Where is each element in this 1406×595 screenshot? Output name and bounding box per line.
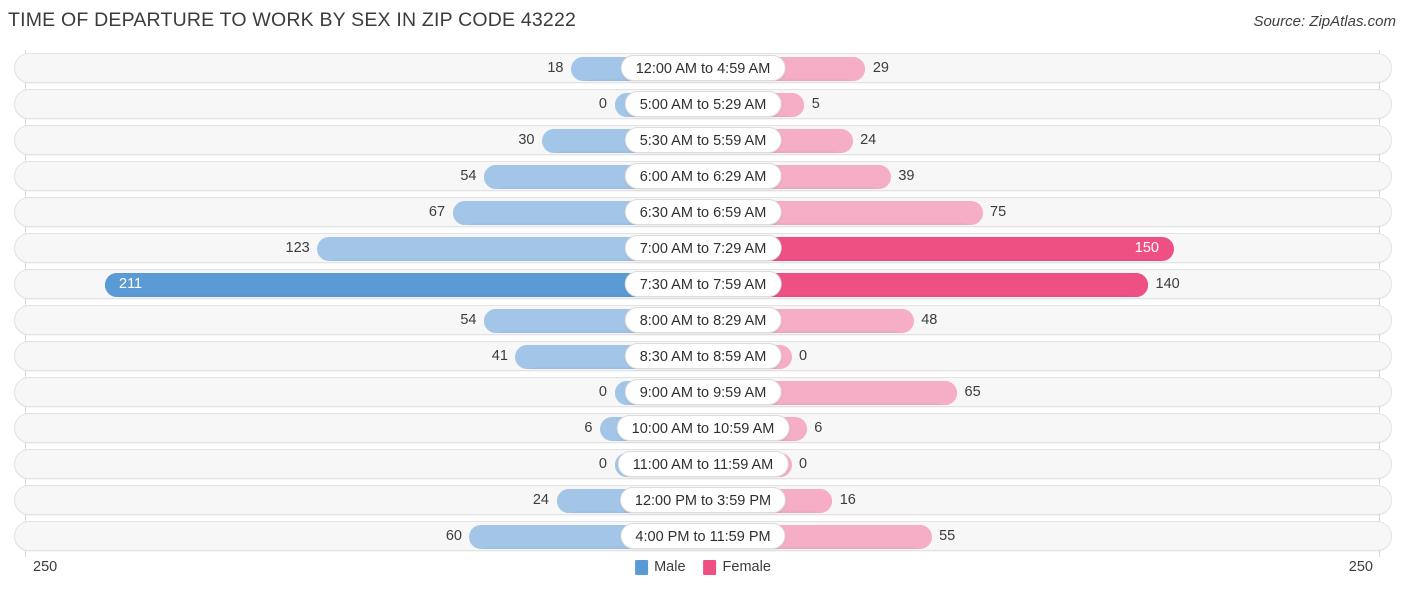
table-row: 24 16 12:00 PM to 3:59 PM (0, 484, 1406, 516)
male-value-label: 18 (547, 60, 564, 76)
male-value-label: 41 (491, 348, 508, 364)
male-bar[interactable] (104, 273, 703, 297)
male-value-label: 211 (119, 276, 143, 292)
page-title: TIME OF DEPARTURE TO WORK BY SEX IN ZIP … (8, 9, 577, 31)
category-label: 7:30 AM to 7:59 AM (624, 271, 782, 297)
category-label: 4:00 PM to 11:59 PM (620, 523, 786, 549)
female-value-label: 16 (839, 492, 856, 508)
chart-root: TIME OF DEPARTURE TO WORK BY SEX IN ZIP … (0, 0, 1406, 595)
male-value-label: 54 (460, 168, 477, 184)
male-value-label: 60 (445, 528, 462, 544)
female-value-label: 6 (814, 420, 823, 436)
female-value-label: 0 (799, 456, 808, 472)
table-row: 123 150 7:00 AM to 7:29 AM (0, 232, 1406, 264)
category-label: 7:00 AM to 7:29 AM (624, 235, 782, 261)
category-label: 5:00 AM to 5:29 AM (624, 91, 782, 117)
legend-item-label: Male (654, 559, 686, 575)
category-label: 11:00 AM to 11:59 AM (617, 451, 789, 477)
female-value-label: 0 (799, 348, 808, 364)
chart-footer: 250 Male Female 250 (0, 557, 1406, 587)
table-row: 41 0 8:30 AM to 8:59 AM (0, 340, 1406, 372)
male-value-label: 0 (598, 96, 607, 112)
category-label: 12:00 AM to 4:59 AM (620, 55, 786, 81)
female-value-label: 5 (811, 96, 820, 112)
legend-item-label: Female (722, 559, 771, 575)
axis-max-right: 250 (1348, 559, 1373, 575)
table-row: 0 0 11:00 AM to 11:59 AM (0, 448, 1406, 480)
table-row: 6 6 10:00 AM to 10:59 AM (0, 412, 1406, 444)
male-value-label: 30 (518, 132, 535, 148)
table-row: 60 55 4:00 PM to 11:59 PM (0, 520, 1406, 552)
table-row: 211 140 7:30 AM to 7:59 AM (0, 268, 1406, 300)
category-label: 8:00 AM to 8:29 AM (624, 307, 782, 333)
bar-rows: 18 29 12:00 AM to 4:59 AM 0 5 5:00 AM to 5:29… (0, 52, 1406, 556)
table-row: 0 65 9:00 AM to 9:59 AM (0, 376, 1406, 408)
female-value-label: 55 (939, 528, 956, 544)
category-label: 6:30 AM to 6:59 AM (624, 199, 782, 225)
source-attribution: Source: ZipAtlas.com (1253, 13, 1396, 30)
legend-swatch-icon (703, 559, 717, 575)
table-row: 30 24 5:30 AM to 5:59 AM (0, 124, 1406, 156)
male-value-label: 0 (598, 456, 607, 472)
category-label: 5:30 AM to 5:59 AM (624, 127, 782, 153)
table-row: 0 5 5:00 AM to 5:29 AM (0, 88, 1406, 120)
table-row: 18 29 12:00 AM to 4:59 AM (0, 52, 1406, 84)
male-value-label: 0 (598, 384, 607, 400)
table-row: 54 48 8:00 AM to 8:29 AM (0, 304, 1406, 336)
category-label: 6:00 AM to 6:29 AM (624, 163, 782, 189)
category-label: 10:00 AM to 10:59 AM (616, 415, 790, 441)
male-value-label: 6 (584, 420, 593, 436)
plot-area: 18 29 12:00 AM to 4:59 AM 0 5 5:00 AM to 5:29… (0, 50, 1406, 557)
legend-item-male[interactable]: Male (635, 559, 686, 575)
female-value-label: 24 (860, 132, 877, 148)
male-value-label: 24 (532, 492, 549, 508)
table-row: 67 75 6:30 AM to 6:59 AM (0, 196, 1406, 228)
axis-max-left: 250 (33, 559, 58, 575)
legend: Male Female (635, 559, 771, 575)
female-value-label: 140 (1155, 276, 1180, 292)
female-value-label: 150 (1134, 240, 1159, 256)
legend-swatch-icon (635, 559, 649, 575)
female-value-label: 29 (872, 60, 889, 76)
male-value-label: 67 (428, 204, 446, 220)
female-value-label: 39 (898, 168, 915, 184)
male-value-label: 123 (285, 240, 310, 256)
category-label: 12:00 PM to 3:59 PM (619, 487, 787, 513)
female-value-label: 75 (990, 204, 1007, 220)
female-value-label: 48 (921, 312, 938, 328)
male-value-label: 54 (460, 312, 477, 328)
legend-item-female[interactable]: Female (703, 559, 771, 575)
female-value-label: 65 (964, 384, 981, 400)
table-row: 54 39 6:00 AM to 6:29 AM (0, 160, 1406, 192)
category-label: 9:00 AM to 9:59 AM (624, 379, 782, 405)
category-label: 8:30 AM to 8:59 AM (624, 343, 782, 369)
